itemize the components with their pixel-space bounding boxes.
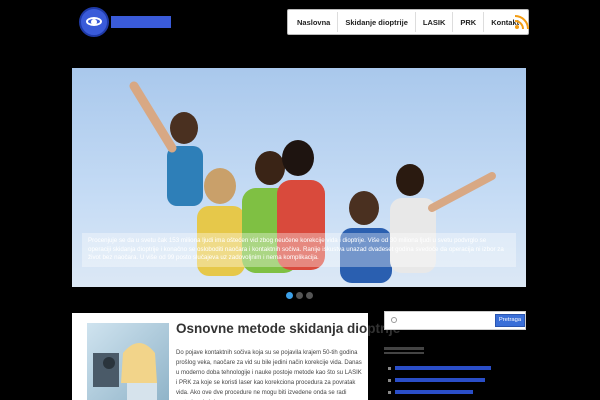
bullet-icon — [388, 378, 391, 382]
hero-slider[interactable]: Procenjuje se da u svetu čak 153 miliona… — [72, 68, 526, 287]
sidebar-heading — [384, 347, 424, 354]
eye-exam-image — [87, 323, 169, 400]
bullet-icon — [388, 390, 391, 394]
slider-dot-1[interactable] — [286, 292, 293, 299]
sidebar-link-list — [388, 366, 491, 400]
sidebar-link-1[interactable] — [388, 366, 491, 370]
search-input[interactable] — [399, 313, 495, 328]
rss-icon[interactable] — [514, 14, 530, 30]
nav-item-skidanje-dioptrije[interactable]: Skidanje dioptrije — [337, 12, 415, 32]
search-box: Pretraga — [384, 311, 526, 330]
eye-pupil — [91, 19, 97, 25]
sidebar-link-3[interactable] — [388, 390, 491, 394]
main-nav: Naslovna Skidanje dioptrije LASIK PRK Ko… — [287, 9, 530, 35]
bullet-icon — [388, 366, 391, 370]
slider-dot-2[interactable] — [296, 292, 303, 299]
sidebar-link-2[interactable] — [388, 378, 491, 382]
nav-item-naslovna[interactable]: Naslovna — [290, 12, 337, 32]
slider-pagination — [286, 292, 313, 299]
site-logo[interactable] — [79, 7, 171, 37]
nav-item-prk[interactable]: PRK — [452, 12, 483, 32]
article-body: Do pojave kontaktnih sočiva koja su se p… — [176, 350, 362, 396]
slider-dot-3[interactable] — [306, 292, 313, 299]
nav-item-lasik[interactable]: LASIK — [414, 12, 453, 32]
search-icon — [391, 317, 397, 323]
slider-caption: Procenjuje se da u svetu čak 153 miliona… — [82, 233, 516, 267]
search-button[interactable]: Pretraga — [495, 314, 525, 327]
logo-wordmark — [111, 16, 171, 28]
article-card: Osnovne metode skidanja dioptrije Do poj… — [72, 313, 400, 400]
article-title[interactable]: Osnovne metode skidanja dioptrije — [176, 321, 400, 336]
